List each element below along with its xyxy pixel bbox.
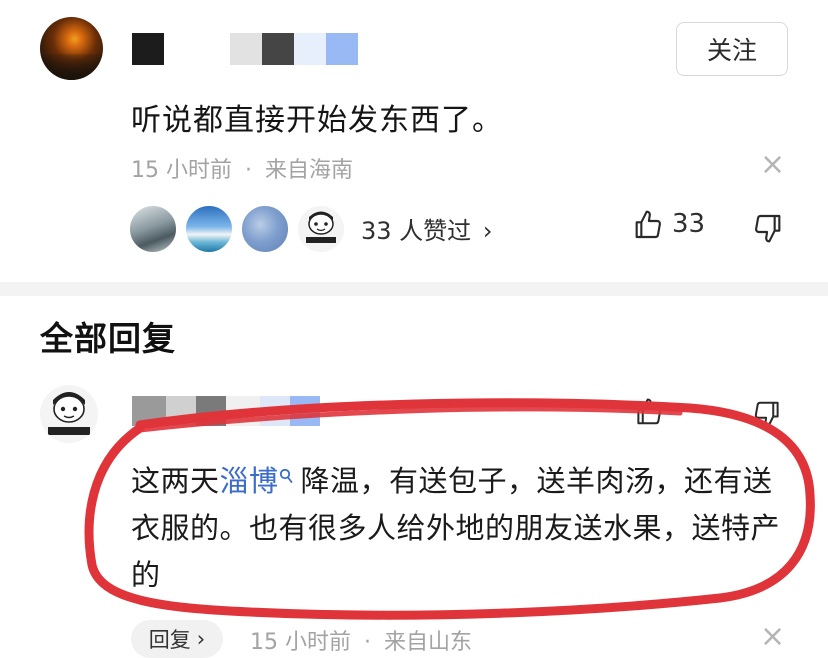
liker-avatar[interactable] — [240, 204, 290, 254]
close-icon[interactable]: × — [760, 150, 785, 180]
replier-avatar[interactable] — [40, 385, 98, 443]
like-count: 33 — [672, 209, 706, 239]
comment-meta: 15 小时前 · 来自海南 — [131, 152, 353, 184]
section-divider — [0, 282, 828, 296]
comment-time: 15 小时前 — [131, 158, 232, 183]
replier-username-censored[interactable] — [132, 396, 320, 426]
liker-avatar[interactable] — [184, 204, 234, 254]
liker-avatar[interactable] — [128, 204, 178, 254]
chevron-right-icon: › — [482, 217, 493, 245]
replies-section-title: 全部回复 — [40, 319, 176, 358]
thumbs-down-icon[interactable] — [752, 212, 784, 244]
comment-location: 来自海南 — [265, 158, 354, 183]
reply-meta: 15 小时前 · 来自山东 — [250, 624, 472, 656]
reply-button[interactable]: 回复 › — [131, 620, 223, 658]
cartoon-face-icon — [306, 211, 336, 243]
reply-location: 来自山东 — [384, 630, 473, 655]
cartoon-face-icon — [48, 392, 90, 435]
comment-text: 听说都直接开始发东西了。 — [131, 103, 503, 138]
likers-summary-link[interactable]: 33 人赞过 › — [361, 211, 492, 246]
reply-time: 15 小时前 — [250, 630, 351, 655]
commenter-avatar[interactable] — [40, 17, 103, 80]
thumbs-up-icon[interactable] — [632, 209, 664, 241]
likers-summary: 33 人赞过 — [361, 217, 472, 245]
username-censored[interactable] — [132, 33, 358, 65]
reply-thumbs-up-icon[interactable] — [634, 397, 664, 427]
chevron-right-icon: › — [196, 627, 206, 651]
search-icon[interactable] — [279, 468, 293, 488]
reply-text-start: 这两天 — [131, 464, 220, 498]
meta-separator: · — [245, 158, 252, 183]
topic-link[interactable]: 淄博 — [220, 464, 279, 498]
reply-text: 这两天淄博 降温，有送包子，送羊肉汤，还有送衣服的。也有很多人给外地的朋友送水果，… — [131, 458, 791, 599]
meta-separator: · — [364, 630, 371, 655]
reply-close-icon[interactable]: × — [760, 622, 785, 652]
liker-avatar[interactable] — [296, 204, 346, 254]
reply-button-label: 回复 — [148, 628, 191, 652]
follow-button[interactable]: 关注 — [676, 22, 788, 76]
reply-thumbs-down-icon[interactable] — [752, 399, 782, 429]
